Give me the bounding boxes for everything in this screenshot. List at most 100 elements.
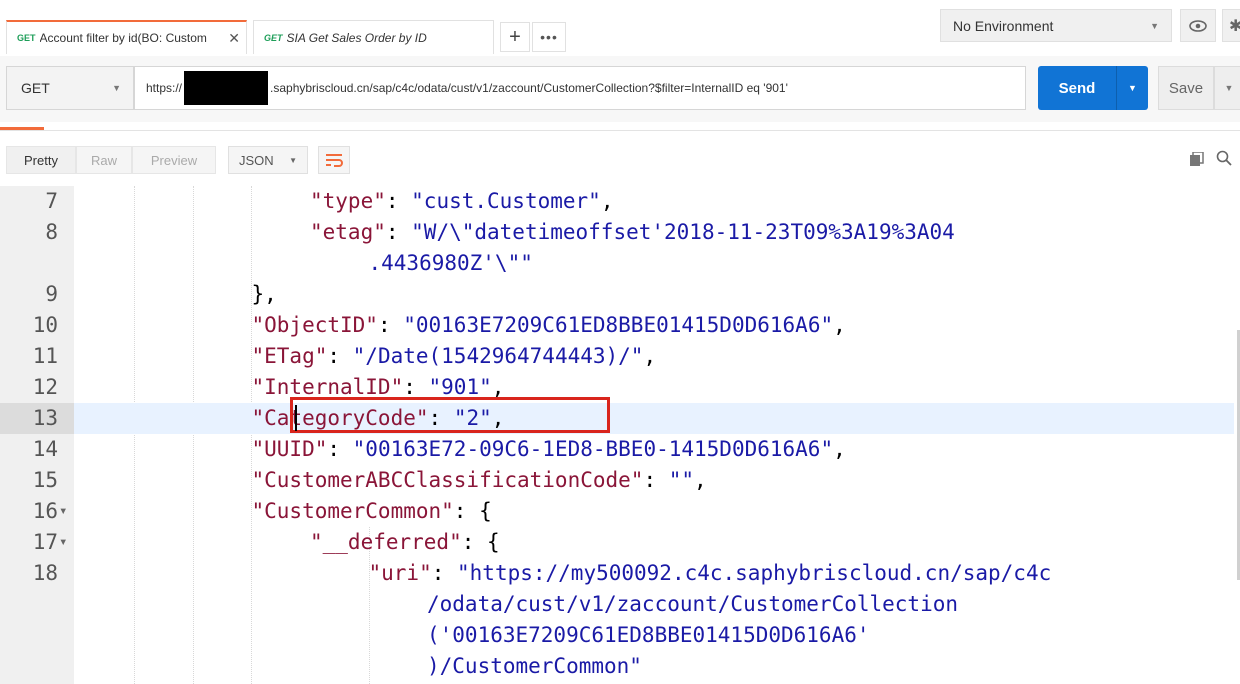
line-number: 17 xyxy=(32,530,58,554)
url-path: .saphybriscloud.cn/sap/c4c/odata/cust/v1… xyxy=(270,81,788,95)
json-punctuation: , xyxy=(694,468,707,492)
chevron-down-icon: ▼ xyxy=(112,83,121,93)
code-line: 11 "ETag": "/Date(1542964744443)/", xyxy=(0,341,1240,372)
line-number: 16 xyxy=(32,499,58,523)
method-label: GET xyxy=(21,80,50,96)
code-line: )/CustomerCommon" xyxy=(0,651,1240,682)
tab-bar: GET Account filter by id(BO: Custom ✕ GE… xyxy=(0,0,1240,56)
json-key: "ETag" xyxy=(251,344,328,368)
json-key: "__deferred" xyxy=(310,530,462,554)
code-text: "uri": "https://my500092.c4c.saphybriscl… xyxy=(369,558,1052,589)
code-text: "UUID": "00163E72-09C6-1ED8-BBE0-1415D0D… xyxy=(252,434,846,465)
line-number: 14 xyxy=(32,437,58,461)
code-text: "type": "cust.Customer", xyxy=(310,186,613,217)
copy-icon[interactable] xyxy=(1190,152,1204,166)
json-punctuation: , xyxy=(600,189,614,213)
view-tab-preview[interactable]: Preview xyxy=(132,146,216,174)
line-number: 12 xyxy=(32,375,58,399)
tab-method-badge: GET xyxy=(17,33,36,43)
code-line: 12 "InternalID": "901", xyxy=(0,372,1240,403)
close-icon[interactable]: ✕ xyxy=(228,30,240,47)
json-punctuation: , xyxy=(833,313,846,337)
code-text: "__deferred": { xyxy=(310,527,500,558)
code-text: "etag": "W/\"datetimeoffset'2018-11-23T0… xyxy=(310,217,955,248)
code-line: 17 ▾ "__deferred": { xyxy=(0,527,1240,558)
view-tab-raw[interactable]: Raw xyxy=(76,146,132,174)
environment-quick-look-button[interactable] xyxy=(1180,9,1216,42)
code-text: ('00163E7209C61ED8BBE01415D0D616A6' xyxy=(427,620,870,651)
code-text: "CustomerCommon": { xyxy=(252,496,492,527)
wrap-lines-icon xyxy=(326,154,343,167)
request-tab-sales-order[interactable]: GET SIA Get Sales Order by ID xyxy=(253,20,494,54)
code-text: /odata/cust/v1/zaccount/CustomerCollecti… xyxy=(427,589,958,620)
json-string: "00163E7209C61ED8BBE01415D0D616A6" xyxy=(403,313,834,337)
json-punctuation: : xyxy=(385,220,412,244)
json-punctuation: }, xyxy=(251,282,277,306)
divider xyxy=(0,130,1240,131)
json-string: /odata/cust/v1/zaccount/CustomerCollecti… xyxy=(427,592,959,616)
code-text: "ObjectID": "00163E7209C61ED8BBE01415D0D… xyxy=(252,310,846,341)
more-tabs-button[interactable]: ••• xyxy=(532,22,566,52)
view-tab-pretty[interactable]: Pretty xyxy=(6,146,76,174)
code-line: 9}, xyxy=(0,279,1240,310)
search-icon[interactable] xyxy=(1216,150,1232,166)
save-button[interactable]: Save xyxy=(1158,66,1214,110)
new-tab-button[interactable]: + xyxy=(500,22,530,52)
code-line: 16 ▾ "CustomerCommon": { xyxy=(0,496,1240,527)
code-text: .4436980Z'\"" xyxy=(369,248,533,279)
chevron-down-icon: ▼ xyxy=(1224,83,1234,93)
json-key: "CustomerCommon" xyxy=(251,499,454,523)
response-format-select[interactable]: JSON ▼ xyxy=(228,146,308,174)
environment-select[interactable]: No Environment ▼ xyxy=(940,9,1172,42)
tab-label: Account filter by id(BO: Custom xyxy=(39,31,207,45)
json-key: "UUID" xyxy=(251,437,328,461)
json-string: )/CustomerCommon" xyxy=(427,654,642,678)
json-key: "etag" xyxy=(310,220,386,244)
line-number: 9 xyxy=(45,282,58,306)
json-string: "00163E72-09C6-1ED8-BBE0-1415D0D616A6" xyxy=(352,437,834,461)
format-label: JSON xyxy=(239,152,274,168)
request-tab-account-filter[interactable]: GET Account filter by id(BO: Custom ✕ xyxy=(6,20,247,54)
text-cursor xyxy=(295,405,297,431)
http-method-select[interactable]: GET ▼ xyxy=(6,66,134,110)
fold-toggle-icon[interactable]: ▾ xyxy=(59,527,67,558)
json-string: "/Date(1542964744443)/" xyxy=(352,344,644,368)
line-number: 7 xyxy=(45,189,58,213)
json-punctuation: : xyxy=(327,344,353,368)
code-line: ('00163E7209C61ED8BBE01415D0D616A6' xyxy=(0,620,1240,651)
json-key: "InternalID" xyxy=(251,375,404,399)
json-string: .4436980Z'\"" xyxy=(368,251,533,275)
line-number: 15 xyxy=(32,468,58,492)
json-punctuation: : xyxy=(385,189,412,213)
code-line: 18 "uri": "https://my500092.c4c.saphybris… xyxy=(0,558,1240,589)
code-text: }, xyxy=(252,279,277,310)
code-line: 10 "ObjectID": "00163E7209C61ED8BBE01415D… xyxy=(0,310,1240,341)
json-punctuation: : xyxy=(327,437,353,461)
code-text: )/CustomerCommon" xyxy=(427,651,642,682)
fold-toggle-icon[interactable]: ▾ xyxy=(59,496,67,527)
wrap-lines-button[interactable] xyxy=(318,146,350,174)
tab-label: SIA Get Sales Order by ID xyxy=(286,30,427,45)
url-prefix: https:// xyxy=(146,81,183,95)
json-string: "W/\"datetimeoffset'2018-11-23T09%3A19%3… xyxy=(411,220,955,244)
save-options-button[interactable]: ▼ xyxy=(1214,66,1240,110)
code-line: 14 "UUID": "00163E72-09C6-1ED8-BBE0-1415D… xyxy=(0,434,1240,465)
json-string: "901" xyxy=(428,375,492,399)
code-line: 15 "CustomerABCClassificationCode": "", xyxy=(0,465,1240,496)
json-punctuation: : { xyxy=(453,499,492,523)
tab-method-badge: GET xyxy=(264,32,283,43)
json-key: "ObjectID" xyxy=(251,313,378,337)
json-string: "cust.Customer" xyxy=(411,189,601,213)
send-button[interactable]: Send xyxy=(1038,66,1116,110)
json-punctuation: : xyxy=(377,313,404,337)
json-punctuation: , xyxy=(643,344,657,368)
gear-icon: ✱ xyxy=(1229,17,1240,35)
response-body-editor[interactable]: 7 "type": "cust.Customer", 8 "etag": "W/\"d… xyxy=(0,186,1240,684)
url-input[interactable]: https:// .saphybriscloud.cn/sap/c4c/odat… xyxy=(134,66,1026,110)
chevron-down-icon: ▼ xyxy=(289,156,297,165)
send-options-button[interactable]: ▼ xyxy=(1116,66,1148,110)
json-punctuation: , xyxy=(491,375,505,399)
json-string: ('00163E7209C61ED8BBE01415D0D616A6' xyxy=(427,623,870,647)
manage-environments-button[interactable]: ✱ xyxy=(1222,9,1240,42)
code-text: "CustomerABCClassificationCode": "", xyxy=(252,465,707,496)
